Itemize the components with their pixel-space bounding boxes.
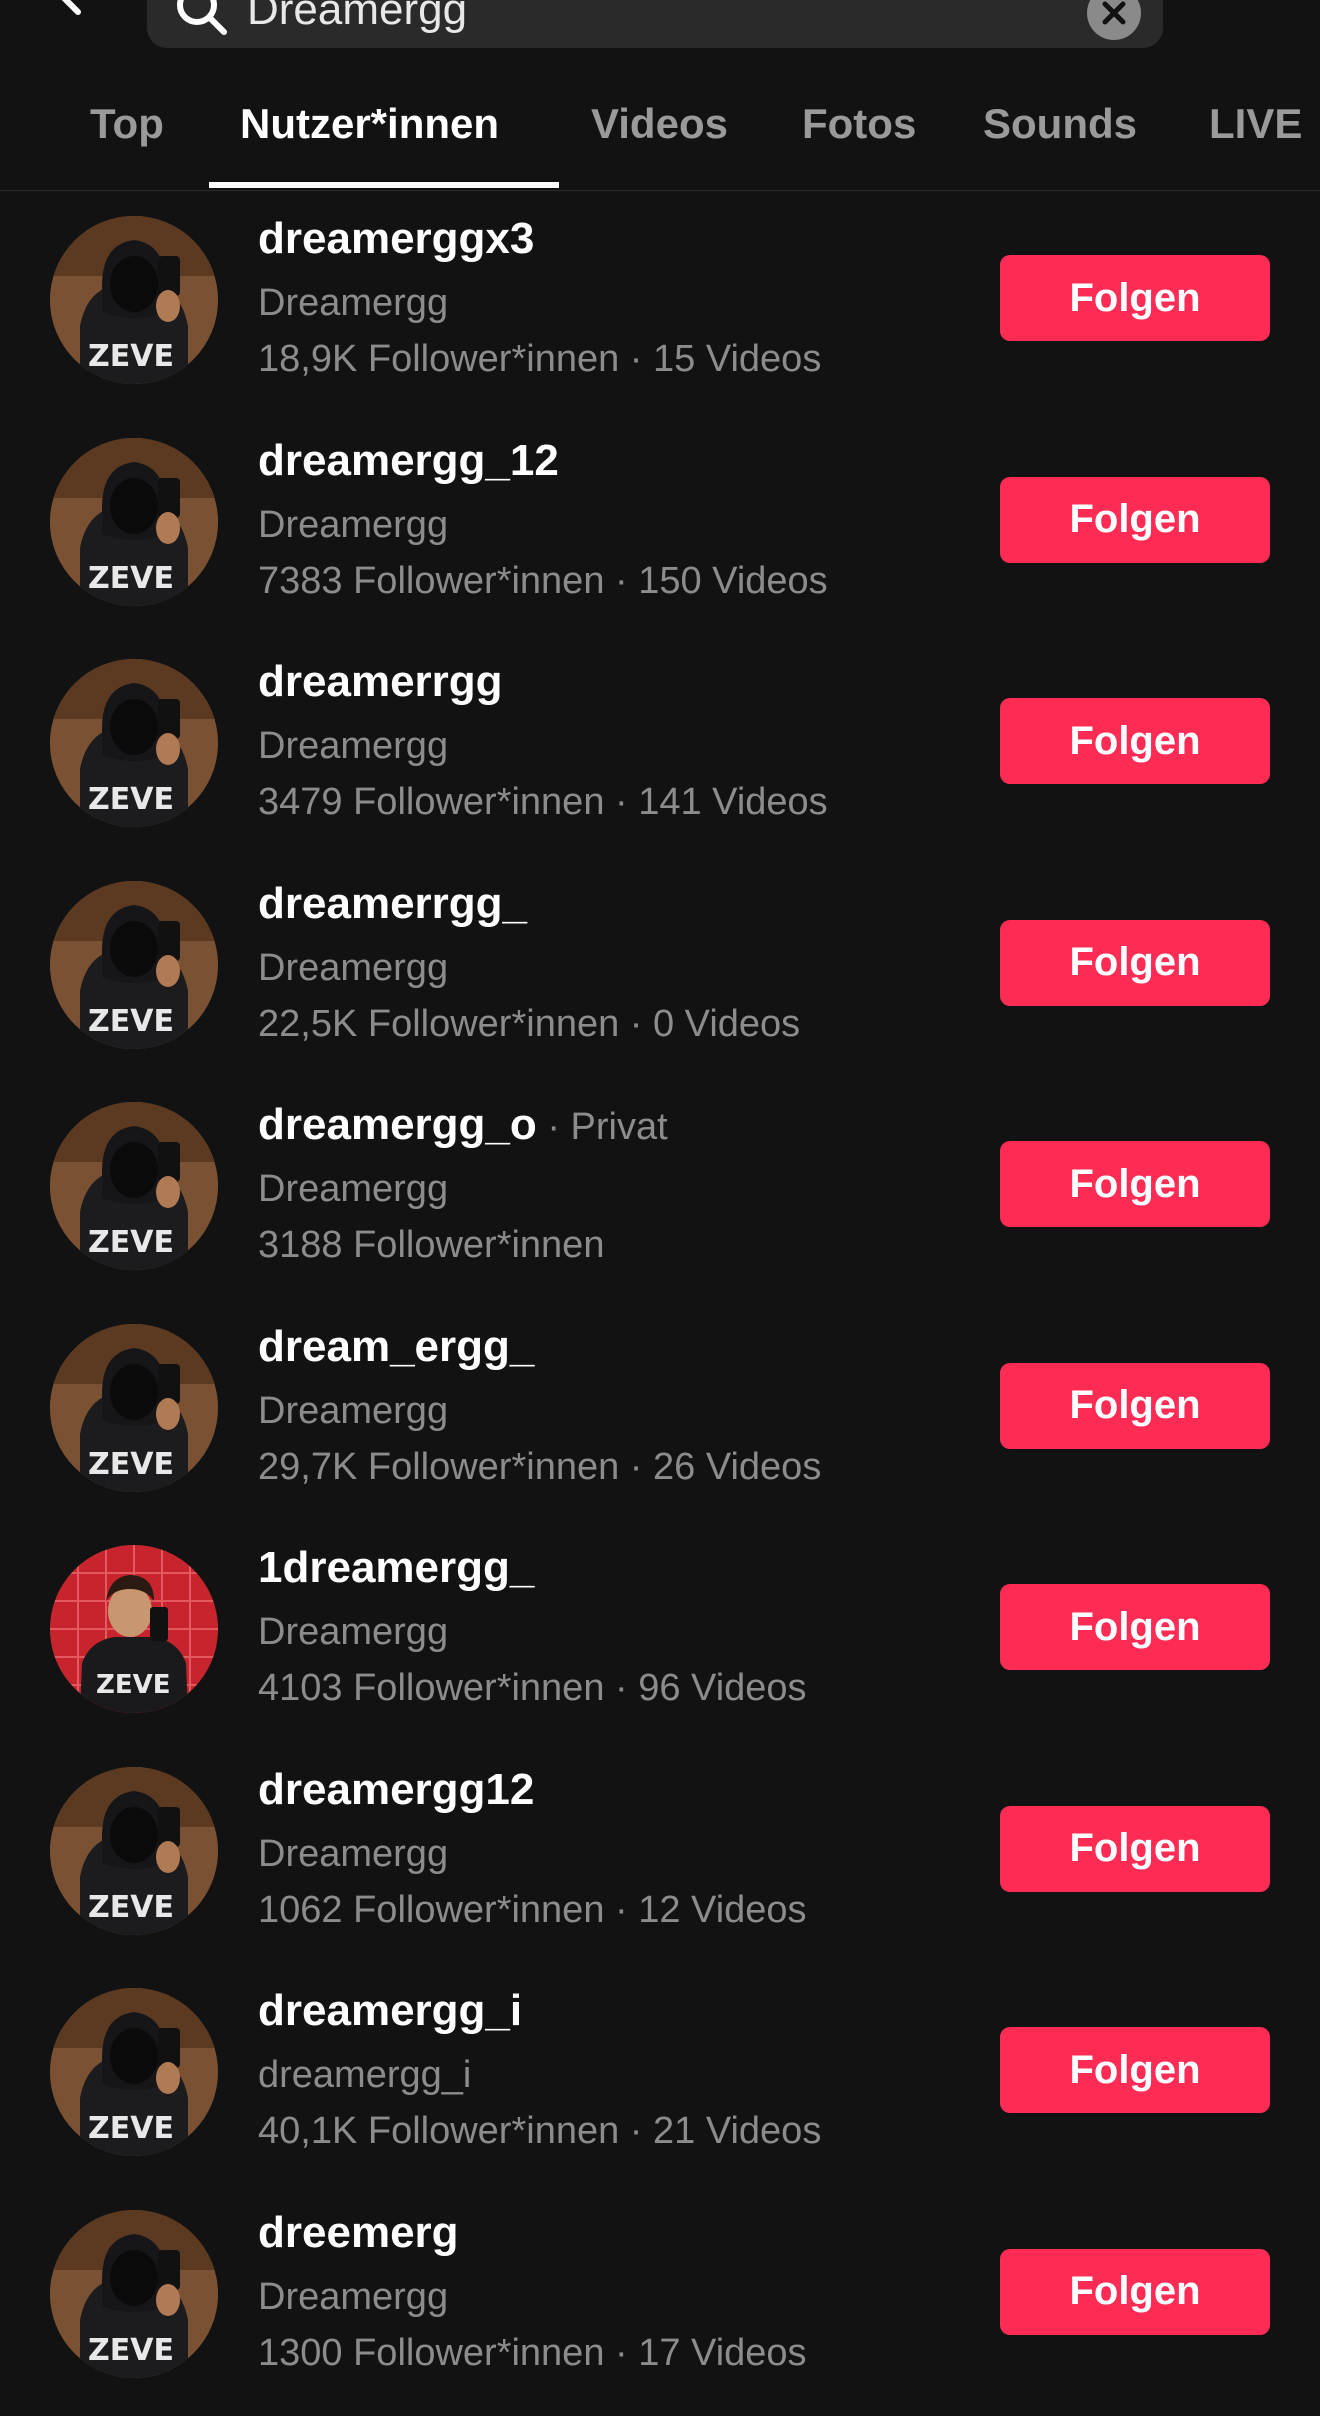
avatar[interactable]: ZEVE [50,2209,218,2378]
svg-text:ZEVE: ZEVE [88,2111,174,2146]
username-text: dreamerrgg [258,657,503,706]
user-row[interactable]: ZEVE dreamergg_12 Dreamergg 7383 Follower*… [0,422,1320,644]
avatar[interactable]: ZEVE [50,1323,218,1492]
avatar[interactable]: ZEVE [50,437,218,606]
avatar[interactable]: ZEVE [50,1766,218,1935]
username: dream_ergg_ [258,1322,534,1372]
display-name: Dreamergg [258,725,449,767]
private-badge: · Privat [536,1106,668,1148]
username-text: dreamerggx3 [258,214,535,263]
username-text: dreamergg12 [258,1764,535,1814]
follower-stats: 3188 Follower*innen [258,1224,605,1266]
username: dreemerg [258,2208,459,2258]
display-name: Dreamergg [258,1832,449,1875]
username: dreamerrgg [258,657,503,707]
follower-stats: 3479 Follower*innen · 141 Videos [258,781,828,823]
svg-text:ZEVE: ZEVE [88,2333,174,2368]
tab-photos[interactable]: Fotos [802,100,916,148]
svg-text:ZEVE: ZEVE [88,339,174,374]
username-text: 1dreamergg_ [258,1543,535,1592]
follower-stats: 1062 Follower*innen · 12 Videos [258,1888,807,1931]
svg-text:ZEVE: ZEVE [88,561,174,596]
username: dreamergg_o · Privat [258,1100,668,1150]
svg-text:ZEVE: ZEVE [88,1004,174,1039]
follow-button[interactable]: Folgen [1000,2248,1270,2335]
username: dreamergg_12 [258,436,559,486]
svg-text:ZEVE: ZEVE [88,1225,174,1260]
follow-button[interactable]: Folgen [1000,1805,1270,1892]
display-name: Dreamergg [258,2275,449,2318]
user-row[interactable]: ZEVE dreamerrgg_ Dreamergg 22,5K Follower*… [0,865,1320,1087]
follow-button[interactable]: Folgen [1000,698,1270,784]
back-arrow-icon [61,0,81,15]
search-icon [177,0,227,35]
svg-text:ZEVE: ZEVE [88,782,174,817]
clear-search-button[interactable] [1087,0,1141,40]
search-tabs: Top Nutzer*innen Videos Fotos Sounds LIV… [0,90,1320,191]
username: 1dreamergg_ [258,1543,534,1593]
avatar[interactable]: ZEVE [50,880,218,1049]
display-name: Dreamergg [258,1168,449,1210]
username-text: dreamerrgg_ [258,878,528,928]
username-text: dream_ergg_ [258,1321,535,1371]
user-row[interactable]: ZEVE dreamergg_o · Privat Dreamergg 3188 F… [0,1086,1320,1308]
avatar[interactable]: ZEVE [50,1988,218,2156]
user-row[interactable]: ZEVE dreemerg Dreamergg 1300 Follower*inne… [0,2194,1320,2416]
search-header: Dreamergg [0,0,1320,60]
more-options-icon[interactable] [1200,0,1270,10]
follow-button[interactable]: Folgen [1000,919,1270,1006]
tab-videos[interactable]: Videos [591,100,728,148]
user-row[interactable]: ZEVE dream_ergg_ Dreamergg 29,7K Follower*… [0,1308,1320,1530]
follow-button[interactable]: Folgen [1000,255,1270,341]
display-name: Dreamergg [258,503,449,546]
follow-button[interactable]: Folgen [1000,2027,1270,2113]
avatar[interactable]: ZEVE [50,1545,218,1713]
follow-button[interactable]: Folgen [1000,1141,1270,1227]
username-text: dreemerg [258,2207,459,2257]
tab-users[interactable]: Nutzer*innen [240,100,499,148]
username: dreamerrgg_ [258,879,527,929]
follow-button[interactable]: Folgen [1000,1584,1270,1670]
user-row[interactable]: ZEVE 1dreamergg_ Dreamergg 4103 Follower*i… [0,1529,1320,1751]
active-tab-indicator [209,182,559,188]
follower-stats: 1300 Follower*innen · 17 Videos [258,2331,807,2374]
user-row[interactable]: ZEVE dreamerrgg Dreamergg 3479 Follower*in… [0,643,1320,865]
search-query: Dreamergg [247,0,468,34]
avatar[interactable]: ZEVE [50,1102,218,1270]
avatar[interactable]: ZEVE [50,216,218,384]
back-button[interactable] [40,0,100,20]
follow-button[interactable]: Folgen [1000,476,1270,563]
tab-live[interactable]: LIVE [1209,100,1302,148]
user-row[interactable]: ZEVE dreamergg_i dreamergg_i 40,1K Followe… [0,1972,1320,2194]
follower-stats: 4103 Follower*innen · 96 Videos [258,1667,807,1709]
follower-stats: 7383 Follower*innen · 150 Videos [258,559,828,602]
svg-text:ZEVE: ZEVE [88,1890,174,1925]
tab-top[interactable]: Top [90,100,164,148]
username: dreamergg12 [258,1765,534,1815]
display-name: Dreamergg [258,946,449,989]
follow-button[interactable]: Folgen [1000,1362,1270,1449]
user-row[interactable]: ZEVE dreamergg12 Dreamergg 1062 Follower*i… [0,1751,1320,1973]
display-name: Dreamergg [258,1389,449,1432]
follower-stats: 29,7K Follower*innen · 26 Videos [258,1445,822,1488]
display-name: dreamergg_i [258,2054,472,2096]
follower-stats: 40,1K Follower*innen · 21 Videos [258,2110,822,2152]
follower-stats: 22,5K Follower*innen · 0 Videos [258,1002,801,1045]
username-text: dreamergg_i [258,1986,523,2035]
username-text: dreamergg_12 [258,435,559,485]
user-row[interactable]: ZEVE dreamerggx3 Dreamergg 18,9K Follower*… [0,200,1320,422]
svg-text:ZEVE: ZEVE [88,1447,174,1482]
tab-sounds[interactable]: Sounds [983,100,1137,148]
avatar[interactable]: ZEVE [50,659,218,827]
follower-stats: 18,9K Follower*innen · 15 Videos [258,338,822,380]
username: dreamergg_i [258,1986,522,2036]
username: dreamerggx3 [258,214,534,264]
svg-text:ZEVE: ZEVE [96,1670,171,1700]
display-name: Dreamergg [258,1611,449,1653]
search-input[interactable]: Dreamergg [147,0,1163,48]
close-icon [1102,1,1126,25]
display-name: Dreamergg [258,282,449,324]
username-text: dreamergg_o [258,1100,537,1149]
